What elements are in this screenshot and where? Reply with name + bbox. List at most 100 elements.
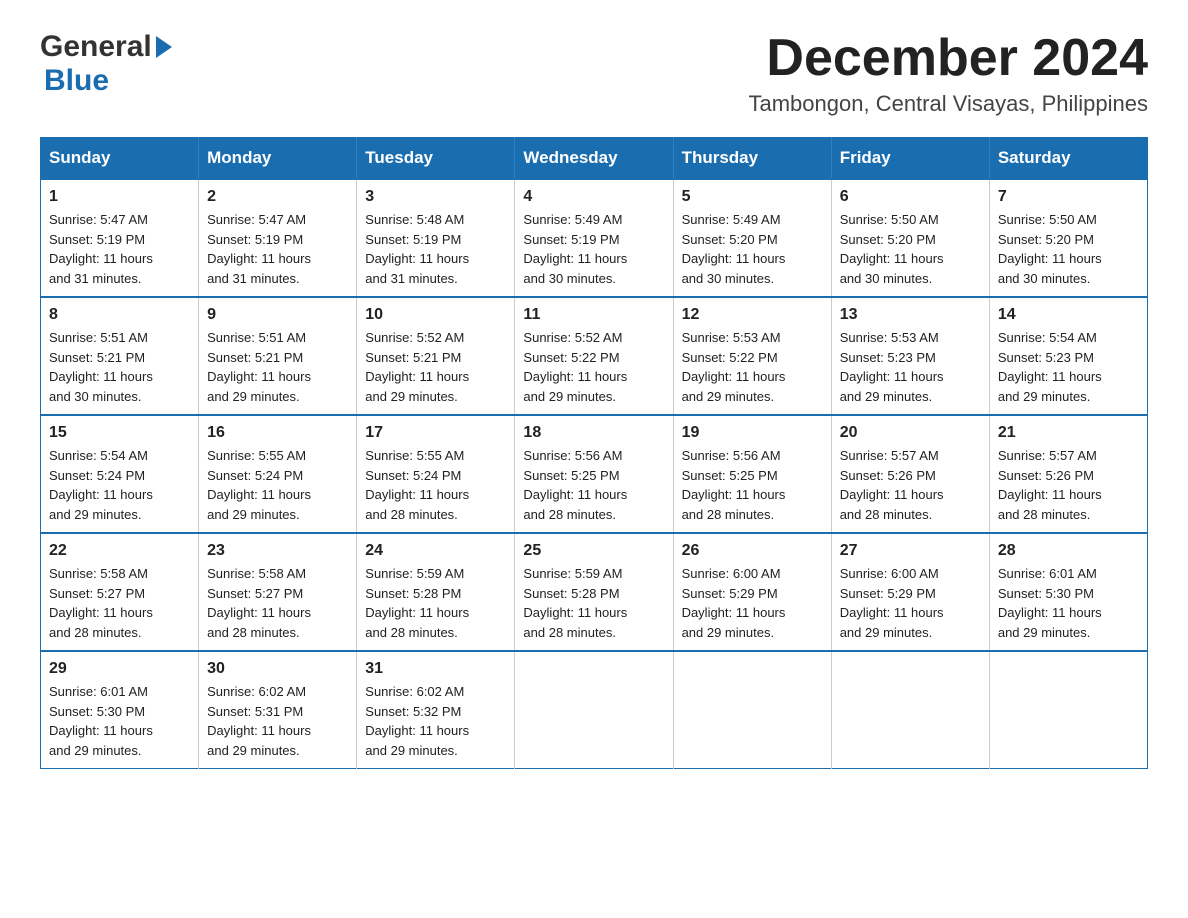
weekday-header-saturday: Saturday bbox=[989, 138, 1147, 180]
day-number: 29 bbox=[49, 660, 190, 678]
day-info: Sunrise: 6:00 AM Sunset: 5:29 PM Dayligh… bbox=[840, 564, 981, 642]
calendar-week-row: 22 Sunrise: 5:58 AM Sunset: 5:27 PM Dayl… bbox=[41, 533, 1148, 651]
weekday-header-wednesday: Wednesday bbox=[515, 138, 673, 180]
day-info: Sunrise: 5:56 AM Sunset: 5:25 PM Dayligh… bbox=[523, 446, 664, 524]
day-number: 2 bbox=[207, 188, 348, 206]
calendar-cell: 7 Sunrise: 5:50 AM Sunset: 5:20 PM Dayli… bbox=[989, 179, 1147, 297]
day-info: Sunrise: 5:54 AM Sunset: 5:24 PM Dayligh… bbox=[49, 446, 190, 524]
page-header: General Blue December 2024 Tambongon, Ce… bbox=[40, 30, 1148, 117]
day-info: Sunrise: 5:59 AM Sunset: 5:28 PM Dayligh… bbox=[365, 564, 506, 642]
day-number: 6 bbox=[840, 188, 981, 206]
day-info: Sunrise: 6:00 AM Sunset: 5:29 PM Dayligh… bbox=[682, 564, 823, 642]
day-number: 9 bbox=[207, 306, 348, 324]
day-number: 14 bbox=[998, 306, 1139, 324]
calendar-cell bbox=[673, 651, 831, 769]
calendar-header-row: SundayMondayTuesdayWednesdayThursdayFrid… bbox=[41, 138, 1148, 180]
day-info: Sunrise: 5:52 AM Sunset: 5:21 PM Dayligh… bbox=[365, 328, 506, 406]
weekday-header-sunday: Sunday bbox=[41, 138, 199, 180]
day-info: Sunrise: 5:47 AM Sunset: 5:19 PM Dayligh… bbox=[49, 210, 190, 288]
location-subtitle: Tambongon, Central Visayas, Philippines bbox=[749, 91, 1149, 117]
day-number: 10 bbox=[365, 306, 506, 324]
day-number: 24 bbox=[365, 542, 506, 560]
calendar-cell: 28 Sunrise: 6:01 AM Sunset: 5:30 PM Dayl… bbox=[989, 533, 1147, 651]
calendar-cell: 9 Sunrise: 5:51 AM Sunset: 5:21 PM Dayli… bbox=[199, 297, 357, 415]
calendar-cell: 5 Sunrise: 5:49 AM Sunset: 5:20 PM Dayli… bbox=[673, 179, 831, 297]
calendar-cell: 22 Sunrise: 5:58 AM Sunset: 5:27 PM Dayl… bbox=[41, 533, 199, 651]
calendar-cell: 20 Sunrise: 5:57 AM Sunset: 5:26 PM Dayl… bbox=[831, 415, 989, 533]
day-info: Sunrise: 6:02 AM Sunset: 5:31 PM Dayligh… bbox=[207, 682, 348, 760]
day-info: Sunrise: 5:57 AM Sunset: 5:26 PM Dayligh… bbox=[998, 446, 1139, 524]
day-number: 23 bbox=[207, 542, 348, 560]
calendar-cell: 21 Sunrise: 5:57 AM Sunset: 5:26 PM Dayl… bbox=[989, 415, 1147, 533]
logo-blue-text: Blue bbox=[44, 64, 109, 97]
calendar-cell: 30 Sunrise: 6:02 AM Sunset: 5:31 PM Dayl… bbox=[199, 651, 357, 769]
day-number: 26 bbox=[682, 542, 823, 560]
calendar-cell: 10 Sunrise: 5:52 AM Sunset: 5:21 PM Dayl… bbox=[357, 297, 515, 415]
day-info: Sunrise: 5:59 AM Sunset: 5:28 PM Dayligh… bbox=[523, 564, 664, 642]
day-info: Sunrise: 5:56 AM Sunset: 5:25 PM Dayligh… bbox=[682, 446, 823, 524]
calendar-cell: 31 Sunrise: 6:02 AM Sunset: 5:32 PM Dayl… bbox=[357, 651, 515, 769]
calendar-cell: 2 Sunrise: 5:47 AM Sunset: 5:19 PM Dayli… bbox=[199, 179, 357, 297]
day-number: 22 bbox=[49, 542, 190, 560]
day-number: 21 bbox=[998, 424, 1139, 442]
title-block: December 2024 Tambongon, Central Visayas… bbox=[749, 30, 1149, 117]
weekday-header-monday: Monday bbox=[199, 138, 357, 180]
calendar-cell: 17 Sunrise: 5:55 AM Sunset: 5:24 PM Dayl… bbox=[357, 415, 515, 533]
weekday-header-friday: Friday bbox=[831, 138, 989, 180]
logo-triangle-icon bbox=[156, 36, 172, 58]
day-number: 17 bbox=[365, 424, 506, 442]
calendar-cell: 11 Sunrise: 5:52 AM Sunset: 5:22 PM Dayl… bbox=[515, 297, 673, 415]
day-info: Sunrise: 5:49 AM Sunset: 5:19 PM Dayligh… bbox=[523, 210, 664, 288]
calendar-cell: 23 Sunrise: 5:58 AM Sunset: 5:27 PM Dayl… bbox=[199, 533, 357, 651]
calendar-cell: 14 Sunrise: 5:54 AM Sunset: 5:23 PM Dayl… bbox=[989, 297, 1147, 415]
day-number: 15 bbox=[49, 424, 190, 442]
day-number: 13 bbox=[840, 306, 981, 324]
day-info: Sunrise: 5:55 AM Sunset: 5:24 PM Dayligh… bbox=[365, 446, 506, 524]
weekday-header-thursday: Thursday bbox=[673, 138, 831, 180]
calendar-cell: 25 Sunrise: 5:59 AM Sunset: 5:28 PM Dayl… bbox=[515, 533, 673, 651]
calendar-cell bbox=[989, 651, 1147, 769]
calendar-cell: 29 Sunrise: 6:01 AM Sunset: 5:30 PM Dayl… bbox=[41, 651, 199, 769]
calendar-cell bbox=[831, 651, 989, 769]
calendar-cell: 4 Sunrise: 5:49 AM Sunset: 5:19 PM Dayli… bbox=[515, 179, 673, 297]
day-number: 16 bbox=[207, 424, 348, 442]
day-info: Sunrise: 5:57 AM Sunset: 5:26 PM Dayligh… bbox=[840, 446, 981, 524]
calendar-cell bbox=[515, 651, 673, 769]
day-info: Sunrise: 5:50 AM Sunset: 5:20 PM Dayligh… bbox=[840, 210, 981, 288]
day-info: Sunrise: 5:58 AM Sunset: 5:27 PM Dayligh… bbox=[207, 564, 348, 642]
day-info: Sunrise: 5:50 AM Sunset: 5:20 PM Dayligh… bbox=[998, 210, 1139, 288]
day-info: Sunrise: 5:47 AM Sunset: 5:19 PM Dayligh… bbox=[207, 210, 348, 288]
day-info: Sunrise: 5:51 AM Sunset: 5:21 PM Dayligh… bbox=[207, 328, 348, 406]
day-info: Sunrise: 5:58 AM Sunset: 5:27 PM Dayligh… bbox=[49, 564, 190, 642]
calendar-cell: 3 Sunrise: 5:48 AM Sunset: 5:19 PM Dayli… bbox=[357, 179, 515, 297]
day-info: Sunrise: 6:01 AM Sunset: 5:30 PM Dayligh… bbox=[49, 682, 190, 760]
calendar-cell: 24 Sunrise: 5:59 AM Sunset: 5:28 PM Dayl… bbox=[357, 533, 515, 651]
day-info: Sunrise: 5:49 AM Sunset: 5:20 PM Dayligh… bbox=[682, 210, 823, 288]
calendar-week-row: 8 Sunrise: 5:51 AM Sunset: 5:21 PM Dayli… bbox=[41, 297, 1148, 415]
day-info: Sunrise: 5:53 AM Sunset: 5:22 PM Dayligh… bbox=[682, 328, 823, 406]
day-number: 28 bbox=[998, 542, 1139, 560]
calendar-week-row: 1 Sunrise: 5:47 AM Sunset: 5:19 PM Dayli… bbox=[41, 179, 1148, 297]
day-number: 5 bbox=[682, 188, 823, 206]
calendar-cell: 19 Sunrise: 5:56 AM Sunset: 5:25 PM Dayl… bbox=[673, 415, 831, 533]
calendar-cell: 16 Sunrise: 5:55 AM Sunset: 5:24 PM Dayl… bbox=[199, 415, 357, 533]
day-number: 25 bbox=[523, 542, 664, 560]
day-number: 11 bbox=[523, 306, 664, 324]
day-info: Sunrise: 6:02 AM Sunset: 5:32 PM Dayligh… bbox=[365, 682, 506, 760]
day-number: 19 bbox=[682, 424, 823, 442]
day-number: 3 bbox=[365, 188, 506, 206]
day-info: Sunrise: 5:52 AM Sunset: 5:22 PM Dayligh… bbox=[523, 328, 664, 406]
logo-general-text: General bbox=[40, 30, 152, 64]
day-info: Sunrise: 5:54 AM Sunset: 5:23 PM Dayligh… bbox=[998, 328, 1139, 406]
day-number: 20 bbox=[840, 424, 981, 442]
day-info: Sunrise: 5:55 AM Sunset: 5:24 PM Dayligh… bbox=[207, 446, 348, 524]
day-number: 7 bbox=[998, 188, 1139, 206]
logo: General Blue bbox=[40, 30, 172, 98]
calendar-cell: 8 Sunrise: 5:51 AM Sunset: 5:21 PM Dayli… bbox=[41, 297, 199, 415]
calendar-week-row: 15 Sunrise: 5:54 AM Sunset: 5:24 PM Dayl… bbox=[41, 415, 1148, 533]
calendar-cell: 13 Sunrise: 5:53 AM Sunset: 5:23 PM Dayl… bbox=[831, 297, 989, 415]
day-number: 30 bbox=[207, 660, 348, 678]
month-title: December 2024 bbox=[749, 30, 1149, 87]
calendar-cell: 6 Sunrise: 5:50 AM Sunset: 5:20 PM Dayli… bbox=[831, 179, 989, 297]
calendar-cell: 26 Sunrise: 6:00 AM Sunset: 5:29 PM Dayl… bbox=[673, 533, 831, 651]
